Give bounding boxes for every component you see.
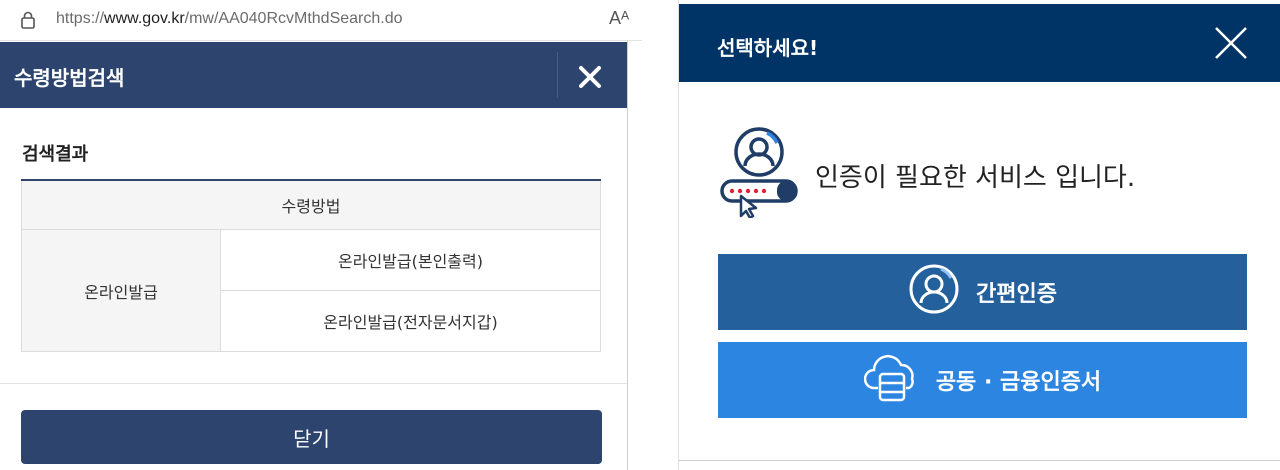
result-table: 수령방법 온라인발급 온라인발급(본인출력) 온라인발급(전자문서지갑) [21, 179, 601, 352]
read-aloud-icon[interactable]: Aᴬ [609, 8, 629, 29]
dialog-title: 수령방법검색 [14, 66, 125, 90]
modal-header: 선택하세요! [679, 4, 1280, 82]
row-header: 온라인발급 [21, 229, 221, 352]
table-cell[interactable]: 온라인발급(본인출력) [220, 229, 601, 291]
address-bar[interactable]: https://www.gov.kr/mw/AA040RcvMthdSearch… [0, 0, 642, 41]
close-button[interactable]: 닫기 [21, 410, 602, 464]
person-circle-icon [908, 263, 960, 321]
lock-icon [20, 11, 36, 33]
section-title: 검색결과 [22, 144, 89, 165]
header-divider [557, 52, 558, 98]
modal-title: 선택하세요! [717, 36, 819, 60]
left-window: https://www.gov.kr/mw/AA040RcvMthdSearch… [0, 0, 642, 470]
auth-modal: 선택하세요! 인증이 필요한 서비스 입니다. 간편인증 공동 · 금융인증서 [679, 0, 1280, 461]
dialog-header: 수령방법검색 [0, 42, 628, 108]
auth-message: 인증이 필요한 서비스 입니다. [815, 163, 1136, 193]
footer-divider [0, 383, 628, 384]
auth-required-icon [719, 126, 799, 222]
simple-auth-label: 간편인증 [976, 282, 1057, 307]
close-icon[interactable] [578, 65, 602, 93]
simple-auth-button[interactable]: 간편인증 [718, 254, 1247, 330]
close-icon[interactable] [1214, 26, 1248, 64]
url-text[interactable]: https://www.gov.kr/mw/AA040RcvMthdSearch… [56, 10, 403, 28]
cert-auth-label: 공동 · 금융인증서 [935, 370, 1102, 395]
table-cell[interactable]: 온라인발급(전자문서지갑) [220, 290, 601, 352]
window-border [627, 40, 628, 470]
cert-auth-button[interactable]: 공동 · 금융인증서 [718, 342, 1247, 418]
cloud-database-icon [863, 352, 920, 408]
table-header: 수령방법 [21, 179, 601, 230]
table-row: 온라인발급 온라인발급(본인출력) [21, 229, 601, 352]
